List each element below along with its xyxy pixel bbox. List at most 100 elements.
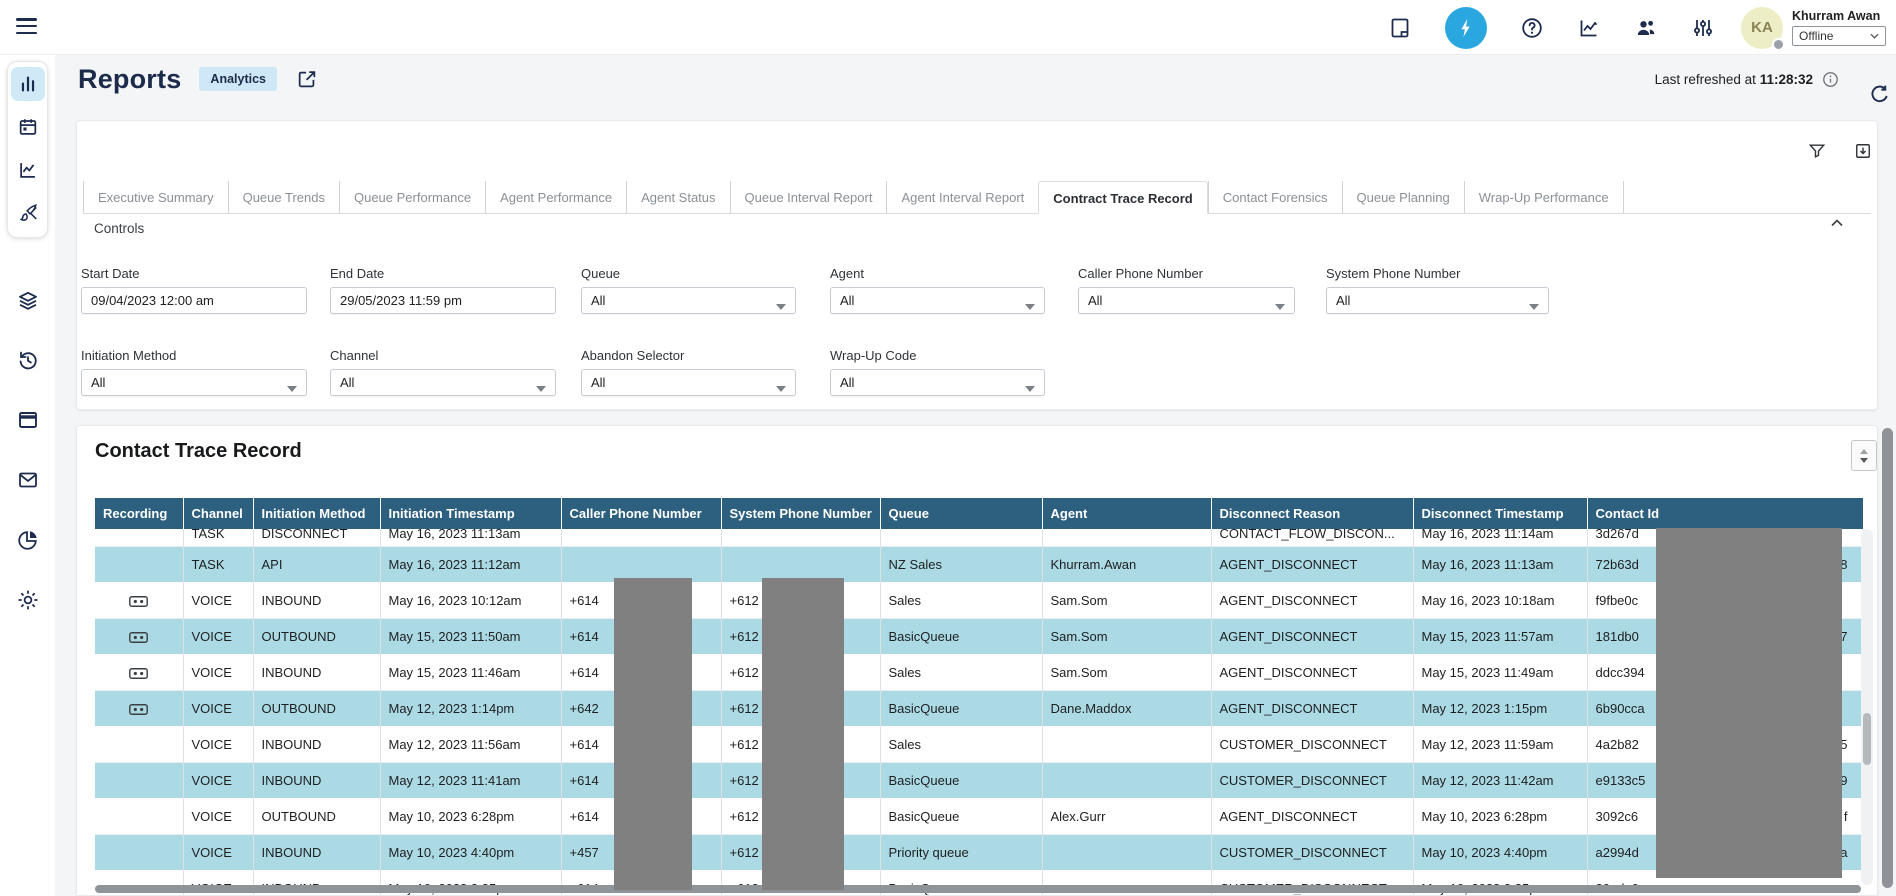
sliders-icon[interactable] [1691,16,1715,40]
tab-queue-planning[interactable]: Queue Planning [1342,181,1464,213]
sidebar-item-window-icon[interactable] [16,408,40,432]
recording-icon[interactable] [129,701,148,716]
sidebar-item-history-icon[interactable] [16,348,40,372]
col-header-contact-id[interactable]: Contact Id [1587,498,1863,529]
collapse-chevron-icon[interactable] [1827,213,1847,233]
sidebar-item-trend-icon[interactable] [11,153,45,187]
cell-timestamp: May 12, 2023 11:56am [380,727,561,763]
sidebar-item-brush-icon[interactable] [11,196,45,230]
page-title: Reports [78,64,181,95]
col-header-initiation-method[interactable]: Initiation Method [253,498,380,529]
cell-agent: Sam.Som [1042,655,1211,691]
tab-contact-forensics[interactable]: Contact Forensics [1208,181,1342,213]
col-header-recording[interactable]: Recording [95,498,183,529]
cell-recording [95,691,183,727]
start-date-input[interactable]: 09/04/2023 12:00 am [81,287,307,314]
table-scrollbar-thumb[interactable] [1863,713,1871,765]
line-chart-icon[interactable] [1577,16,1601,40]
people-icon[interactable] [1634,16,1658,40]
cell-reason: CUSTOMER_DISCONNECT [1211,727,1413,763]
external-link-icon[interactable] [296,68,318,90]
tab-queue-performance[interactable]: Queue Performance [339,181,485,213]
filter-icon[interactable] [1807,141,1827,161]
agent-select[interactable]: All [830,287,1045,314]
app-window: KA Khurram Awan Offline Reports Analytic… [0,0,1896,896]
table-row[interactable]: VOICEOUTBOUNDMay 15, 2023 11:50am+614+61… [95,619,1863,655]
caret-down-icon [1025,380,1035,386]
sidebar-item-calendar-icon[interactable] [11,110,45,144]
sidebar-item-pie-chart-icon[interactable] [16,528,40,552]
table-row[interactable]: VOICEINBOUNDMay 12, 2023 11:56am+614+612… [95,727,1863,763]
recording-icon[interactable] [129,665,148,680]
hamburger-menu-icon[interactable] [16,18,38,38]
queue-select[interactable]: All [581,287,796,314]
table-row[interactable]: TASKDISCONNECTMay 16, 2023 11:13amCONTAC… [95,529,1863,547]
cell-recording [95,727,183,763]
status-select[interactable]: Offline [1792,26,1886,46]
filter-channel: ChannelAll [330,348,556,396]
table-row[interactable]: VOICEINBOUNDMay 16, 2023 10:12am+614+612… [95,583,1863,619]
filter-value: All [1336,293,1350,308]
tab-queue-interval-report[interactable]: Queue Interval Report [730,181,887,213]
end-date-input[interactable]: 29/05/2023 11:59 pm [330,287,556,314]
table-row[interactable]: VOICEINBOUNDMay 12, 2023 11:41am+614+612… [95,763,1863,799]
tab-wrap-up-performance[interactable]: Wrap-Up Performance [1464,181,1624,213]
col-header-caller-phone-number[interactable]: Caller Phone Number [561,498,721,529]
topbar: KA Khurram Awan Offline [0,0,1896,55]
recording-icon[interactable] [129,593,148,608]
note-icon[interactable] [1388,16,1412,40]
channel-select[interactable]: All [330,369,556,396]
cell-method: DISCONNECT [253,529,380,547]
col-header-disconnect-reason[interactable]: Disconnect Reason [1211,498,1413,529]
col-header-disconnect-timestamp[interactable]: Disconnect Timestamp [1413,498,1587,529]
sidebar-item-layers-icon[interactable] [16,289,40,313]
table-row[interactable]: VOICEINBOUNDMay 15, 2023 11:46am+614+612… [95,655,1863,691]
col-header-initiation-timestamp[interactable]: Initiation Timestamp [380,498,561,529]
page-scrollbar[interactable] [1881,56,1894,894]
table-row[interactable]: TASKAPIMay 16, 2023 11:12amNZ SalesKhurr… [95,547,1863,583]
table-row[interactable]: VOICEINBOUNDMay 10, 2023 4:40pm+457+612P… [95,835,1863,871]
cell-reason: CUSTOMER_DISCONNECT [1211,835,1413,871]
system-phone-number-select[interactable]: All [1326,287,1549,314]
tab-contract-trace-record[interactable]: Contract Trace Record [1038,181,1207,214]
sidebar-item-mail-icon[interactable] [16,468,40,492]
page-scrollbar-thumb[interactable] [1882,428,1893,888]
sidebar-item-gear-icon[interactable] [16,588,40,612]
col-header-system-phone-number[interactable]: System Phone Number [721,498,880,529]
wrap-up-code-select[interactable]: All [830,369,1045,396]
filter-initiation-method: Initiation MethodAll [81,348,307,396]
sidebar-icon-group [7,61,48,238]
col-header-channel[interactable]: Channel [183,498,253,529]
spinner-up-icon[interactable] [1860,449,1868,454]
tab-agent-interval-report[interactable]: Agent Interval Report [886,181,1038,213]
initiation-method-select[interactable]: All [81,369,307,396]
cell-agent [1042,727,1211,763]
horizontal-scrollbar[interactable] [95,885,1861,893]
flash-icon[interactable] [1445,7,1487,49]
download-icon[interactable] [1853,141,1873,161]
table-spinner[interactable] [1851,440,1877,471]
cell-disconnect_timestamp: May 12, 2023 11:59am [1413,727,1587,763]
cell-channel: VOICE [183,619,253,655]
recording-icon[interactable] [129,629,148,644]
help-icon[interactable] [1520,16,1544,40]
col-header-agent[interactable]: Agent [1042,498,1211,529]
tab-executive-summary[interactable]: Executive Summary [83,181,228,213]
spinner-down-icon[interactable] [1860,458,1868,463]
avatar[interactable]: KA [1741,7,1783,49]
filter-label: Abandon Selector [581,348,796,363]
table-scrollbar[interactable] [1861,529,1873,885]
cell-timestamp: May 10, 2023 6:28pm [380,799,561,835]
tab-agent-performance[interactable]: Agent Performance [485,181,626,213]
filter-label: End Date [330,266,556,281]
cell-timestamp: May 12, 2023 1:14pm [380,691,561,727]
caller-phone-number-select[interactable]: All [1078,287,1295,314]
sidebar-item-bar-chart-icon[interactable] [11,67,45,101]
col-header-queue[interactable]: Queue [880,498,1042,529]
info-icon[interactable] [1821,70,1840,89]
abandon-selector-select[interactable]: All [581,369,796,396]
table-row[interactable]: VOICEOUTBOUNDMay 10, 2023 6:28pm+614+612… [95,799,1863,835]
tab-agent-status[interactable]: Agent Status [626,181,729,213]
table-row[interactable]: VOICEOUTBOUNDMay 12, 2023 1:14pm+642+612… [95,691,1863,727]
tab-queue-trends[interactable]: Queue Trends [228,181,339,213]
